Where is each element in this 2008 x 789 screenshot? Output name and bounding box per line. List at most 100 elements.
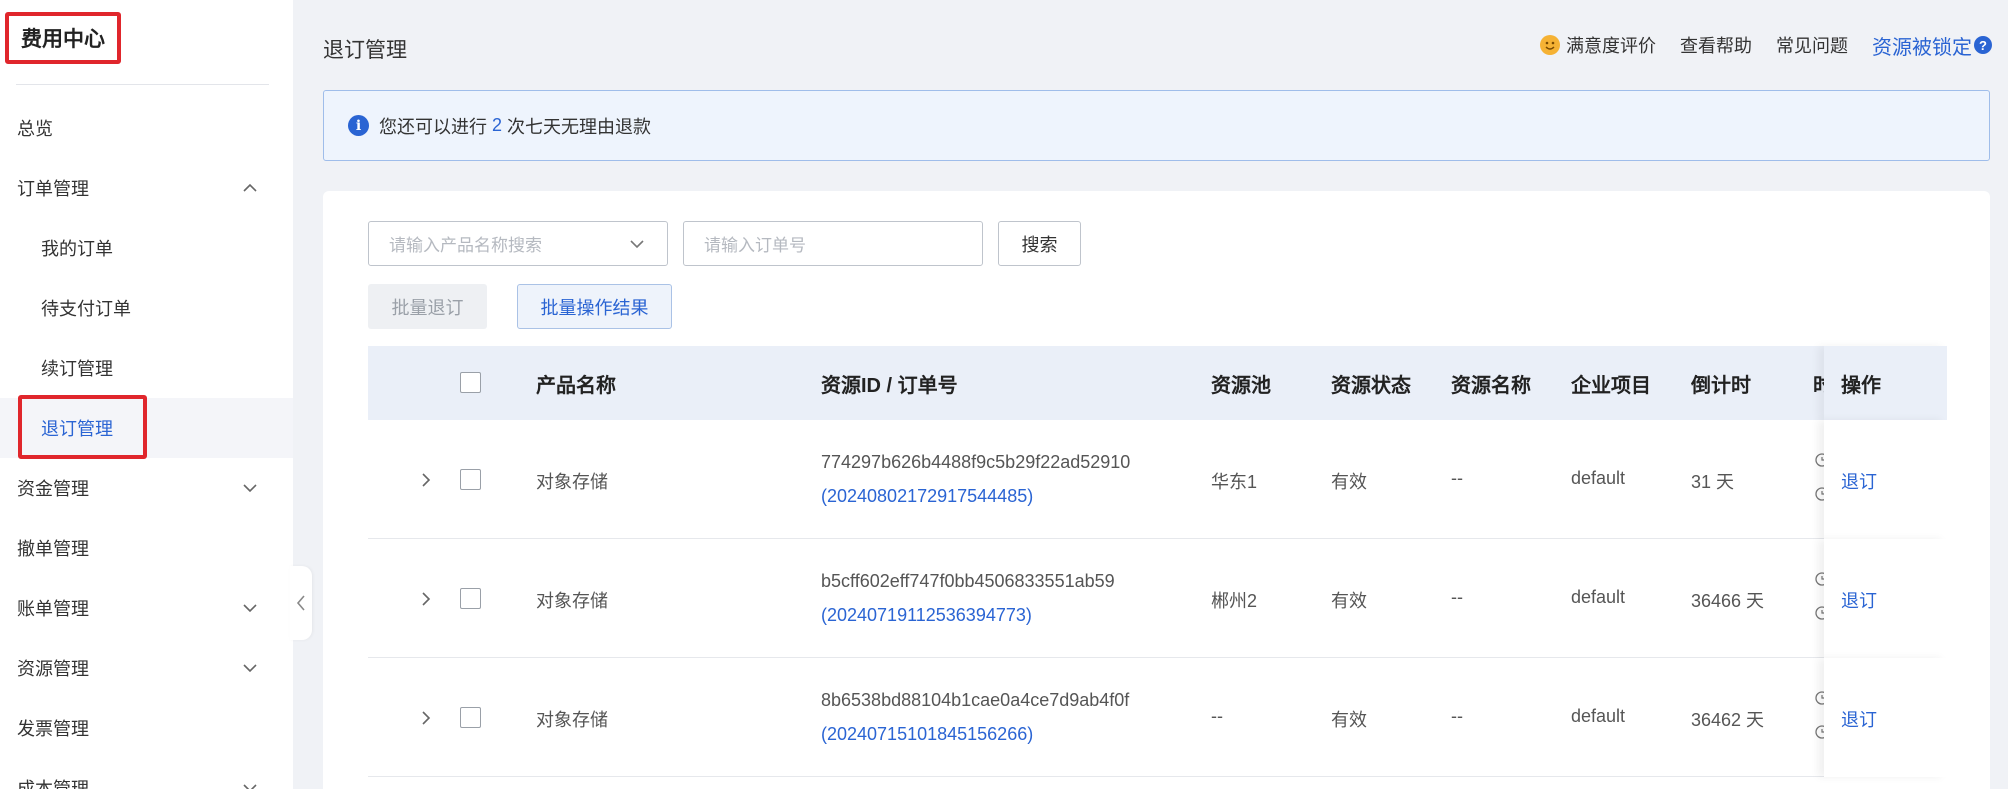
info-icon: i: [348, 115, 369, 136]
pool-cell: 华东1: [1211, 472, 1258, 492]
sidebar-divider: [16, 84, 269, 85]
project-cell: default: [1571, 468, 1626, 488]
sidebar-item-label: 订单管理: [17, 179, 89, 199]
clock-icon: [1815, 453, 1824, 501]
notice-prefix: 您还可以进行: [379, 116, 487, 137]
sidebar-item-label: 账单管理: [17, 599, 89, 619]
col-project: 企业项目: [1571, 374, 1651, 397]
smile-icon: [1540, 35, 1560, 55]
project-cell: default: [1571, 587, 1626, 607]
resource-id-cell: b5cff602eff747f0bb4506833551ab59: [821, 571, 1115, 591]
table-header: 产品名称 资源ID / 订单号 资源池 资源状态 资源名称 企业项目 倒计时 时…: [368, 346, 1947, 420]
name-cell: --: [1451, 468, 1463, 488]
sidebar-item-cancellation[interactable]: 撤单管理: [0, 518, 293, 578]
expand-row-icon[interactable]: [418, 710, 434, 726]
sidebar-item-label: 续订管理: [41, 359, 113, 379]
row-checkbox[interactable]: [460, 707, 481, 728]
highlight-box: [18, 395, 147, 459]
project-cell: default: [1571, 706, 1626, 726]
batch-result-button[interactable]: 批量操作结果: [517, 284, 672, 329]
content-card: 请输入产品名称搜索 请输入订单号 搜索 批量退订 批量操作结果 产品名称 资源I…: [323, 191, 1990, 789]
resource-locked-link[interactable]: 资源被锁定 ?: [1872, 31, 2008, 60]
sidebar-item-overview[interactable]: 总览: [0, 98, 293, 158]
chevron-down-icon: [243, 664, 257, 673]
help-link[interactable]: 查看帮助: [1680, 32, 1752, 58]
chevron-up-icon: [243, 183, 257, 192]
sidebar-item-my-orders[interactable]: 我的订单: [0, 218, 293, 278]
sidebar-item-label: 总览: [17, 119, 53, 139]
row-checkbox[interactable]: [460, 588, 481, 609]
product-cell: 对象存储: [536, 591, 608, 611]
status-cell: 有效: [1331, 472, 1367, 492]
sidebar-item-label: 待支付订单: [41, 299, 131, 319]
unsubscribe-link[interactable]: 退订: [1841, 706, 1877, 732]
expand-row-icon[interactable]: [418, 591, 434, 607]
sidebar-item-label: 发票管理: [17, 719, 89, 739]
sidebar-item-label: 资金管理: [17, 479, 89, 499]
satisfaction-label: 满意度评价: [1566, 36, 1656, 56]
sidebar-item-invoices[interactable]: 发票管理: [0, 698, 293, 758]
countdown-cell: 36466 天: [1691, 591, 1765, 611]
order-number-input[interactable]: 请输入订单号: [683, 221, 983, 266]
satisfaction-link[interactable]: 满意度评价: [1540, 32, 1656, 58]
sidebar-item-renewal[interactable]: 续订管理: [0, 338, 293, 398]
order-id-link[interactable]: (20240802172917544485): [821, 486, 1033, 507]
order-input-placeholder: 请输入订单号: [704, 236, 806, 255]
sidebar-item-label: 撤单管理: [17, 539, 89, 559]
header-links: 满意度评价 查看帮助 常见问题 资源被锁定 ?: [1540, 30, 2008, 60]
name-cell: --: [1451, 587, 1463, 607]
sidebar-item-orders[interactable]: 订单管理: [0, 158, 293, 218]
sidebar: 费用中心 总览 订单管理 我的订单 待支付订单 续订管理 退订管理 资金管理 撤…: [0, 0, 293, 789]
expand-row-icon[interactable]: [418, 472, 434, 488]
product-cell: 对象存储: [536, 710, 608, 730]
batch-unsubscribe-button[interactable]: 批量退订: [368, 284, 487, 329]
sidebar-title: 费用中心: [5, 12, 121, 64]
search-button[interactable]: 搜索: [998, 221, 1081, 266]
chevron-down-icon: [243, 484, 257, 493]
col-status: 资源状态: [1331, 374, 1411, 397]
table-row: 对象存储 8b6538bd88104b1cae0a4ce7d9ab4f0f (2…: [368, 658, 1947, 777]
question-icon[interactable]: ?: [1974, 36, 1992, 54]
countdown-cell: 36462 天: [1691, 710, 1765, 730]
countdown-cell: 31 天: [1691, 472, 1735, 492]
sidebar-item-pending-payment[interactable]: 待支付订单: [0, 278, 293, 338]
select-all-checkbox[interactable]: [460, 372, 481, 393]
row-checkbox[interactable]: [460, 469, 481, 490]
sidebar-item-resources[interactable]: 资源管理: [0, 638, 293, 698]
refund-notice: i 您还可以进行 2 次七天无理由退款: [323, 90, 1990, 161]
name-cell: --: [1451, 706, 1463, 726]
table-row: 对象存储 774297b626b4488f9c5b29f22ad52910 (2…: [368, 420, 1947, 539]
sidebar-item-bills[interactable]: 账单管理: [0, 578, 293, 638]
faq-link[interactable]: 常见问题: [1776, 32, 1848, 58]
operation-cell: 退订: [1824, 420, 1947, 539]
chevron-down-icon: [243, 784, 257, 789]
resource-locked-label: 资源被锁定: [1872, 36, 1972, 59]
pool-cell: 郴州2: [1211, 591, 1258, 611]
order-id-link[interactable]: (20240715101845156266): [821, 724, 1033, 745]
resource-id-cell: 8b6538bd88104b1cae0a4ce7d9ab4f0f: [821, 690, 1130, 710]
col-resource-id: 资源ID / 订单号: [821, 374, 958, 397]
status-cell: 有效: [1331, 710, 1367, 730]
chevron-down-icon: [630, 240, 644, 249]
col-name: 资源名称: [1451, 374, 1531, 397]
pool-cell: --: [1211, 706, 1223, 726]
unsubscribe-link[interactable]: 退订: [1841, 587, 1877, 613]
clock-icon: [1815, 691, 1824, 739]
operation-cell: 退订: [1824, 658, 1947, 777]
sidebar-item-cost[interactable]: 成本管理: [0, 758, 293, 789]
sidebar-item-label: 我的订单: [41, 239, 113, 259]
clock-icon: [1815, 572, 1824, 620]
page-title: 退订管理: [323, 39, 407, 62]
sidebar-collapse-button[interactable]: [290, 566, 312, 640]
sidebar-item-label: 成本管理: [17, 779, 89, 789]
operation-cell: 退订: [1824, 539, 1947, 658]
chevron-down-icon: [243, 604, 257, 613]
product-name-select[interactable]: 请输入产品名称搜索: [368, 221, 668, 266]
order-id-link[interactable]: (20240719112536394773): [821, 605, 1032, 626]
col-countdown: 倒计时: [1691, 374, 1751, 397]
notice-suffix: 次七天无理由退款: [507, 116, 652, 137]
col-product: 产品名称: [536, 374, 616, 397]
sidebar-item-funds[interactable]: 资金管理: [0, 458, 293, 518]
unsubscribe-link[interactable]: 退订: [1841, 468, 1877, 494]
col-pool: 资源池: [1211, 374, 1271, 397]
